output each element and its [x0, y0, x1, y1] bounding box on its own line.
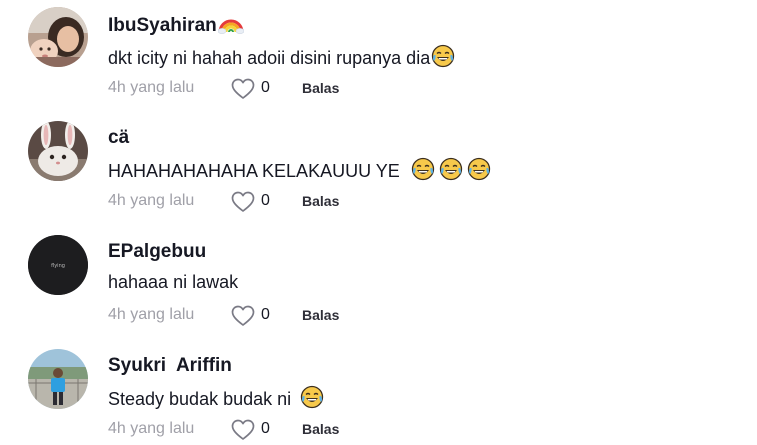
- timestamp: 4h yang lalu: [108, 192, 195, 209]
- heart-icon: [231, 78, 255, 99]
- tears-of-joy-icon: [467, 157, 491, 186]
- avatar-text: flying: [51, 263, 65, 269]
- comment-text: dkt icity ni hahah adoii disini rupanya …: [108, 44, 455, 73]
- comment-meta: 4h yang lalu 0 Balas: [108, 418, 408, 442]
- heart-icon: [231, 305, 255, 326]
- comment-text: HAHAHAHAHAHA KELAKAUUU YE: [108, 157, 491, 186]
- tears-of-joy-icon: [300, 385, 324, 414]
- comment-item: Syukri Ariffin Steady budak budak ni 4h …: [0, 342, 757, 445]
- username[interactable]: EPalgebuu: [108, 241, 206, 263]
- timestamp: 4h yang lalu: [108, 79, 195, 96]
- comment-text: Steady budak budak ni: [108, 385, 324, 414]
- reply-button[interactable]: Balas: [302, 80, 339, 96]
- username[interactable]: IbuSyahiran: [108, 12, 245, 40]
- reply-button[interactable]: Balas: [302, 193, 339, 209]
- tears-of-joy-icon: [439, 157, 463, 186]
- avatar[interactable]: [28, 7, 88, 67]
- comment-item: IbuSyahiran dkt icity ni hahah adoii dis…: [0, 0, 757, 110]
- username-text: IbuSyahiran: [108, 15, 217, 36]
- tears-of-joy-icon: [411, 157, 435, 186]
- heart-icon: [231, 191, 255, 212]
- avatar[interactable]: flying: [28, 235, 88, 295]
- username-text: EPalgebuu: [108, 241, 207, 262]
- timestamp: 4h yang lalu: [108, 306, 195, 323]
- like-count: 0: [261, 420, 270, 437]
- like-count: 0: [261, 306, 270, 323]
- reply-button[interactable]: Balas: [302, 421, 339, 437]
- tears-of-joy-icon: [431, 44, 455, 73]
- comment-text: hahaaa ni lawak: [108, 272, 238, 293]
- rainbow-icon: [217, 12, 245, 40]
- like-button[interactable]: 0: [231, 304, 279, 328]
- comment-item: cä HAHAHAHAHAHA KELAKAUUU YE 4h yang lal…: [0, 114, 757, 224]
- username[interactable]: cä: [108, 127, 129, 149]
- comment-meta: 4h yang lalu 0 Balas: [108, 190, 408, 214]
- timestamp: 4h yang lalu: [108, 420, 195, 437]
- comment-item: flying EPalgebuu hahaaa ni lawak 4h yang…: [0, 228, 757, 338]
- comment-text-content: Steady budak budak ni: [108, 389, 292, 409]
- comment-list: IbuSyahiran dkt icity ni hahah adoii dis…: [0, 0, 757, 445]
- avatar[interactable]: [28, 121, 88, 181]
- comment-text-content: dkt icity ni hahah adoii disini rupanya …: [108, 48, 431, 68]
- reply-button[interactable]: Balas: [302, 307, 339, 323]
- comment-meta: 4h yang lalu 0 Balas: [108, 304, 408, 328]
- like-count: 0: [261, 79, 270, 96]
- heart-icon: [231, 419, 255, 440]
- like-button[interactable]: 0: [231, 418, 279, 442]
- comment-text-content: hahaaa ni lawak: [108, 272, 239, 292]
- username-text: cä: [108, 127, 130, 148]
- like-button[interactable]: 0: [231, 77, 279, 101]
- avatar[interactable]: [28, 349, 88, 409]
- like-count: 0: [261, 192, 270, 209]
- comment-meta: 4h yang lalu 0 Balas: [108, 77, 408, 101]
- comment-text-content: HAHAHAHAHAHA KELAKAUUU YE: [108, 161, 400, 181]
- username[interactable]: Syukri Ariffin: [108, 355, 232, 377]
- like-button[interactable]: 0: [231, 190, 279, 214]
- username-text: Syukri Ariffin: [108, 355, 232, 376]
